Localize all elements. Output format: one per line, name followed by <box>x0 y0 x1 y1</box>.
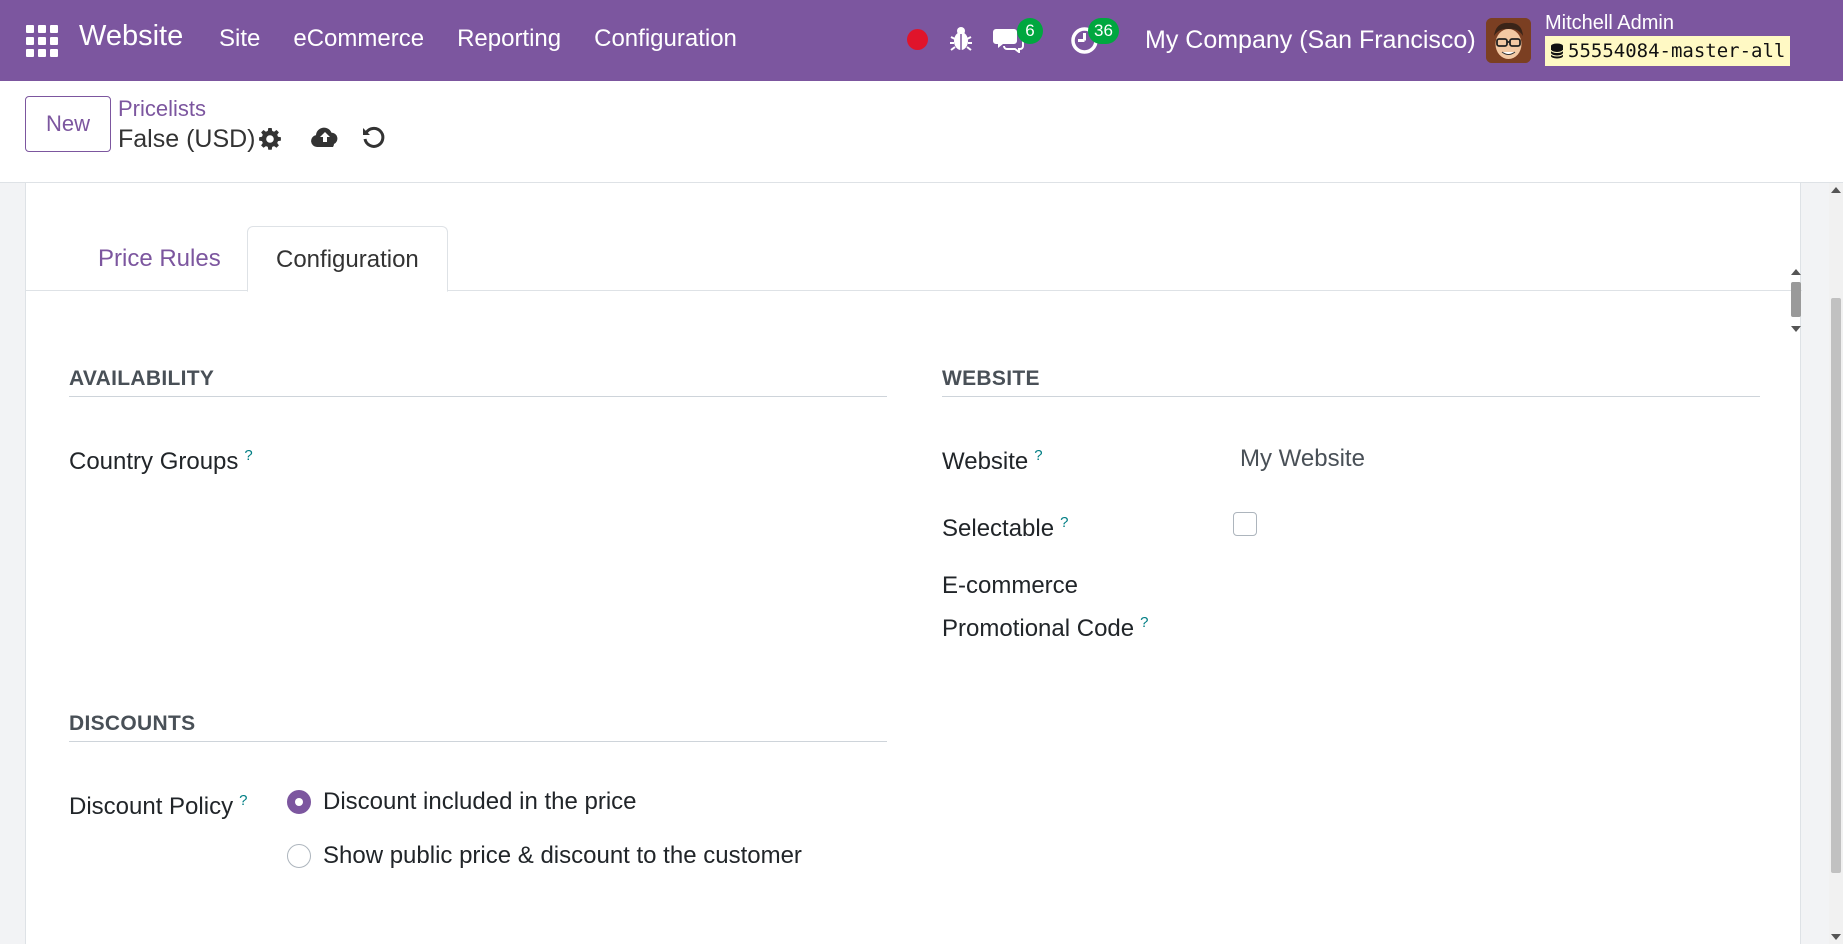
save-cloud-upload-icon[interactable] <box>310 125 340 149</box>
website-field-value[interactable]: My Website <box>1240 445 1365 473</box>
promo-code-label-line1: E-commerce <box>942 572 1079 599</box>
notebook-tabs: Price Rules Configuration <box>26 226 1802 332</box>
selectable-field-label: Selectable? <box>942 514 1069 542</box>
discount-option-included[interactable]: Discount included in the price <box>287 788 637 816</box>
website-divider <box>942 396 1760 397</box>
website-section-title: WEBSITE <box>942 367 1040 390</box>
tabs-scrollbar[interactable] <box>1789 269 1803 332</box>
website-field-label: Website? <box>942 447 1043 475</box>
activity-count-badge: 36 <box>1088 18 1119 44</box>
discount-policy-help-icon[interactable]: ? <box>239 792 247 809</box>
new-button[interactable]: New <box>25 96 111 152</box>
availability-section-title: AVAILABILITY <box>69 367 215 390</box>
discounts-section-title: DISCOUNTS <box>69 712 196 735</box>
user-avatar[interactable] <box>1486 18 1531 63</box>
menu-ecommerce[interactable]: eCommerce <box>293 25 424 53</box>
debug-bug-icon[interactable] <box>949 26 973 52</box>
discount-public-price-radio[interactable] <box>287 844 311 868</box>
selectable-checkbox[interactable] <box>1233 512 1257 536</box>
chat-count-badge: 6 <box>1017 18 1043 44</box>
selectable-help-icon[interactable]: ? <box>1060 514 1068 531</box>
promo-code-label-line2: Promotional Code? <box>942 614 1149 642</box>
discount-included-radio[interactable] <box>287 790 311 814</box>
company-switcher[interactable]: My Company (San Francisco) <box>1145 26 1476 55</box>
country-groups-help-icon[interactable]: ? <box>244 447 252 464</box>
breadcrumb-pricelists[interactable]: Pricelists <box>118 96 206 122</box>
page-scrollbar[interactable] <box>1829 183 1843 944</box>
user-name[interactable]: Mitchell Admin <box>1545 12 1674 35</box>
gear-icon[interactable] <box>258 127 282 151</box>
top-menu: Site eCommerce Reporting Configuration <box>219 25 770 53</box>
control-panel: New Pricelists False (USD) <box>0 81 1843 183</box>
tab-configuration[interactable]: Configuration <box>247 226 448 292</box>
country-groups-label: Country Groups? <box>69 447 253 475</box>
record-title: False (USD) <box>118 125 256 153</box>
discount-included-label[interactable]: Discount included in the price <box>323 788 637 816</box>
discount-public-price-label[interactable]: Show public price & discount to the cust… <box>323 842 802 870</box>
availability-divider <box>69 396 887 397</box>
recording-dot-icon[interactable] <box>907 29 928 50</box>
discard-undo-icon[interactable] <box>361 125 386 150</box>
discounts-divider <box>69 741 887 742</box>
menu-configuration[interactable]: Configuration <box>594 25 737 53</box>
form-sheet: Price Rules Configuration AVAILABILITY C… <box>25 183 1802 944</box>
promo-code-help-icon[interactable]: ? <box>1140 614 1148 631</box>
menu-site[interactable]: Site <box>219 25 260 53</box>
database-name: 55554084-master-all <box>1568 40 1786 62</box>
website-help-icon[interactable]: ? <box>1034 447 1042 464</box>
discount-policy-label: Discount Policy? <box>69 792 248 820</box>
app-brand[interactable]: Website <box>79 20 183 53</box>
menu-reporting[interactable]: Reporting <box>457 25 561 53</box>
database-badge: 55554084-master-all <box>1545 36 1791 66</box>
database-icon <box>1550 43 1564 59</box>
form-view: Price Rules Configuration AVAILABILITY C… <box>0 183 1843 944</box>
main-navbar: Website Site eCommerce Reporting Configu… <box>0 0 1843 81</box>
tab-price-rules[interactable]: Price Rules <box>70 226 249 291</box>
app-menu-grid-icon[interactable] <box>26 25 58 57</box>
discount-option-public-price[interactable]: Show public price & discount to the cust… <box>287 842 802 870</box>
